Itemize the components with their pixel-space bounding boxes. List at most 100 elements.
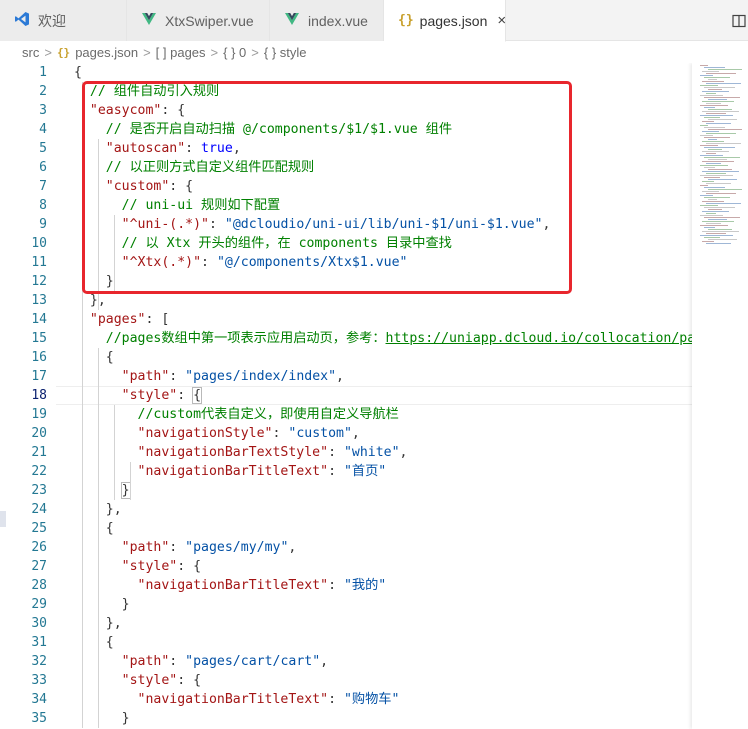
code-token: "navigationBarTitleText" <box>74 578 329 593</box>
code-line[interactable]: 27 "style": { <box>0 557 748 576</box>
code-line[interactable]: 26 "path": "pages/my/my", <box>0 538 748 557</box>
minimap-line <box>700 235 733 236</box>
code-token: "我的" <box>343 578 387 593</box>
code-line[interactable]: 25 { <box>0 519 748 538</box>
breadcrumb-item[interactable]: { } 0 <box>223 45 246 60</box>
code-line[interactable]: 35 } <box>0 709 748 728</box>
breadcrumb-item[interactable]: { } style <box>264 45 307 60</box>
minimap-line <box>702 81 724 82</box>
code-text[interactable]: //custom代表自定义，即使用自定义导航栏 <box>74 405 399 424</box>
minimap-line <box>702 171 739 172</box>
minimap-line <box>708 109 732 110</box>
minimap-line <box>706 233 726 234</box>
code-line[interactable]: 24 }, <box>0 500 748 519</box>
code-token: , <box>351 426 360 441</box>
minimap-line <box>704 217 740 218</box>
minimap-line <box>708 199 717 200</box>
code-text[interactable]: "navigationStyle": "custom", <box>74 424 360 443</box>
code-text[interactable]: "pages": [ <box>74 310 169 329</box>
line-number: 32 <box>31 654 47 669</box>
code-text[interactable]: "navigationBarTitleText": "购物车" <box>74 690 400 709</box>
tab-pages-json[interactable]: {} pages.json × <box>384 0 506 42</box>
code-token: "custom" <box>288 426 352 441</box>
close-icon[interactable]: × <box>497 12 506 29</box>
tab-welcome[interactable]: 欢迎 <box>0 0 127 41</box>
code-text[interactable]: "navigationBarTitleText": "首页" <box>74 462 387 481</box>
minimap-line <box>704 207 735 208</box>
code-line[interactable]: 14 "pages": [ <box>0 310 748 329</box>
minimap-line <box>702 201 724 202</box>
code-line[interactable]: 1{ <box>0 63 748 82</box>
code-text[interactable]: //pages数组中第一项表示应用启动页，参考：https://uniapp.d… <box>74 329 695 348</box>
code-line[interactable]: 22 "navigationBarTitleText": "首页" <box>0 462 748 481</box>
code-text[interactable]: { <box>74 63 82 82</box>
code-line[interactable]: 17 "path": "pages/index/index", <box>0 367 748 386</box>
code-line[interactable]: 16 { <box>0 348 748 367</box>
minimap-line <box>708 119 737 120</box>
code-line[interactable]: 15 //pages数组中第一项表示应用启动页，参考：https://uniap… <box>0 329 748 348</box>
code-token: "navigationBarTitleText" <box>74 692 329 707</box>
minimap-line <box>702 101 734 102</box>
code-line[interactable]: 29 } <box>0 595 748 614</box>
breadcrumb-item[interactable]: pages.json <box>75 45 138 60</box>
line-number: 6 <box>39 160 47 175</box>
minimap-line <box>706 203 741 204</box>
minimap-line <box>706 243 731 244</box>
vue-file-icon <box>282 13 302 28</box>
line-number: 19 <box>31 407 47 422</box>
code-line[interactable]: 23 } <box>0 481 748 500</box>
line-number: 10 <box>31 236 47 251</box>
line-number: 21 <box>31 445 47 460</box>
code-line[interactable]: 18 "style": { <box>0 386 748 405</box>
code-line[interactable]: 19 //custom代表自定义，即使用自定义导航栏 <box>0 405 748 424</box>
code-line[interactable]: 32 "path": "pages/cart/cart", <box>0 652 748 671</box>
code-token: "navigationBarTextStyle" <box>74 445 329 460</box>
split-editor-icon[interactable] <box>730 0 748 41</box>
minimap-line <box>700 85 718 86</box>
code-text[interactable]: "style": { <box>74 557 201 576</box>
breadcrumb-item[interactable]: src <box>22 45 39 60</box>
code-text[interactable]: "style": { <box>74 671 201 690</box>
code-text[interactable]: { <box>74 519 114 538</box>
tab-xtxswiper-vue[interactable]: XtxSwiper.vue <box>127 0 270 41</box>
code-line[interactable]: 34 "navigationBarTitleText": "购物车" <box>0 690 748 709</box>
breadcrumb-item[interactable]: [ ] pages <box>156 45 206 60</box>
code-text[interactable]: "navigationBarTextStyle": "white", <box>74 443 408 462</box>
minimap-line <box>708 99 727 100</box>
code-text[interactable]: { <box>74 633 114 652</box>
line-number: 33 <box>31 673 47 688</box>
minimap-line <box>704 177 720 178</box>
minimap[interactable] <box>692 63 748 729</box>
code-token: "pages/my/my" <box>185 540 289 555</box>
line-number: 31 <box>31 635 47 650</box>
minimap-line <box>702 151 729 152</box>
line-number: 12 <box>31 274 47 289</box>
code-line[interactable]: 28 "navigationBarTitleText": "我的" <box>0 576 748 595</box>
code-line[interactable]: 21 "navigationBarTextStyle": "white", <box>0 443 748 462</box>
minimap-line <box>700 65 708 66</box>
code-token: }, <box>74 293 106 308</box>
minimap-line <box>702 121 714 122</box>
code-line[interactable]: 30 }, <box>0 614 748 633</box>
line-number: 8 <box>39 198 47 213</box>
code-text[interactable]: "path": "pages/my/my", <box>74 538 297 557</box>
minimap-line <box>702 241 714 242</box>
code-line[interactable]: 31 { <box>0 633 748 652</box>
tab-index-vue[interactable]: index.vue <box>270 0 384 41</box>
code-text[interactable]: { <box>74 348 114 367</box>
minimap-line <box>700 135 713 136</box>
code-line[interactable]: 20 "navigationStyle": "custom", <box>0 424 748 443</box>
line-number: 22 <box>31 464 47 479</box>
code-line[interactable]: 33 "style": { <box>0 671 748 690</box>
minimap-line <box>706 183 731 184</box>
code-text[interactable]: "style": { <box>74 386 203 405</box>
code-text[interactable]: "path": "pages/cart/cart", <box>74 652 328 671</box>
minimap-line <box>706 103 721 104</box>
code-token: "购物车" <box>343 692 400 707</box>
code-text[interactable]: "path": "pages/index/index", <box>74 367 344 386</box>
minimap-line <box>702 131 719 132</box>
code-text[interactable]: "navigationBarTitleText": "我的" <box>74 576 387 595</box>
minimap-line <box>704 147 735 148</box>
line-number: 11 <box>31 255 47 270</box>
code-token: { <box>192 387 203 404</box>
